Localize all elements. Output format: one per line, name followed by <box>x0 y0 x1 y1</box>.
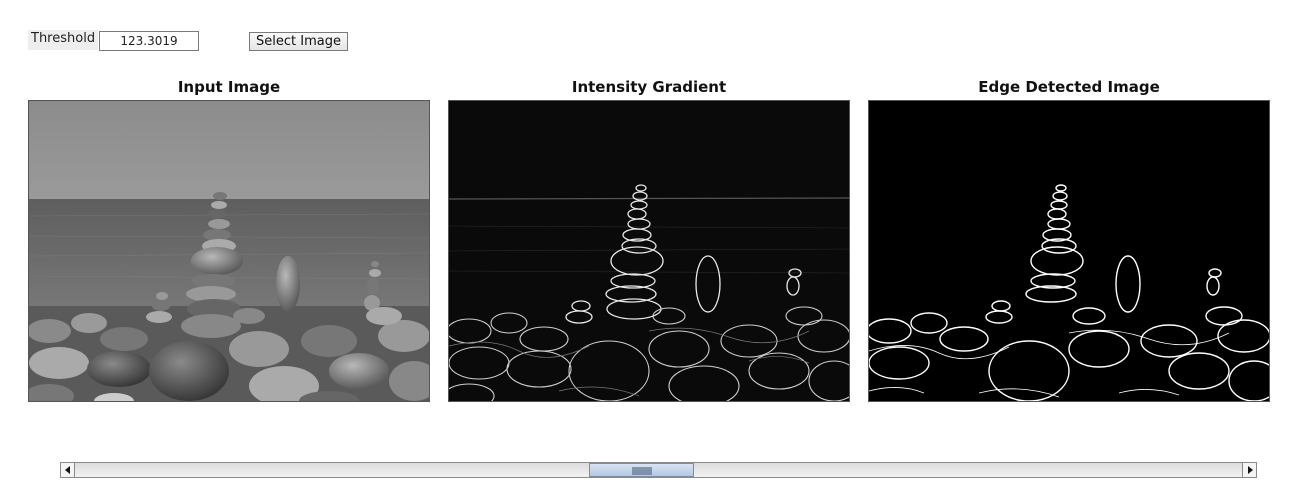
edge-detected-title: Edge Detected Image <box>978 78 1160 96</box>
edge-detected-view <box>868 100 1270 402</box>
input-image-title: Input Image <box>177 78 281 96</box>
intensity-gradient-view <box>448 100 850 402</box>
grip-icon <box>632 467 652 475</box>
horizontal-scrollbar[interactable] <box>60 462 1257 478</box>
select-image-button[interactable]: Select Image <box>249 32 348 51</box>
app-window: Threshold Select Image Input Image <box>0 0 1300 500</box>
input-image-view <box>28 100 430 402</box>
scroll-thumb[interactable] <box>589 463 694 477</box>
threshold-label: Threshold <box>28 30 99 50</box>
scroll-right-button[interactable] <box>1242 463 1256 477</box>
arrow-right-icon <box>1248 466 1253 474</box>
intensity-gradient-image <box>449 101 849 401</box>
input-image <box>29 101 429 401</box>
intensity-gradient-title: Intensity Gradient <box>571 78 727 96</box>
threshold-input[interactable] <box>99 31 199 51</box>
arrow-left-icon <box>65 466 70 474</box>
scroll-left-button[interactable] <box>61 463 75 477</box>
edge-detected-image <box>869 101 1269 401</box>
